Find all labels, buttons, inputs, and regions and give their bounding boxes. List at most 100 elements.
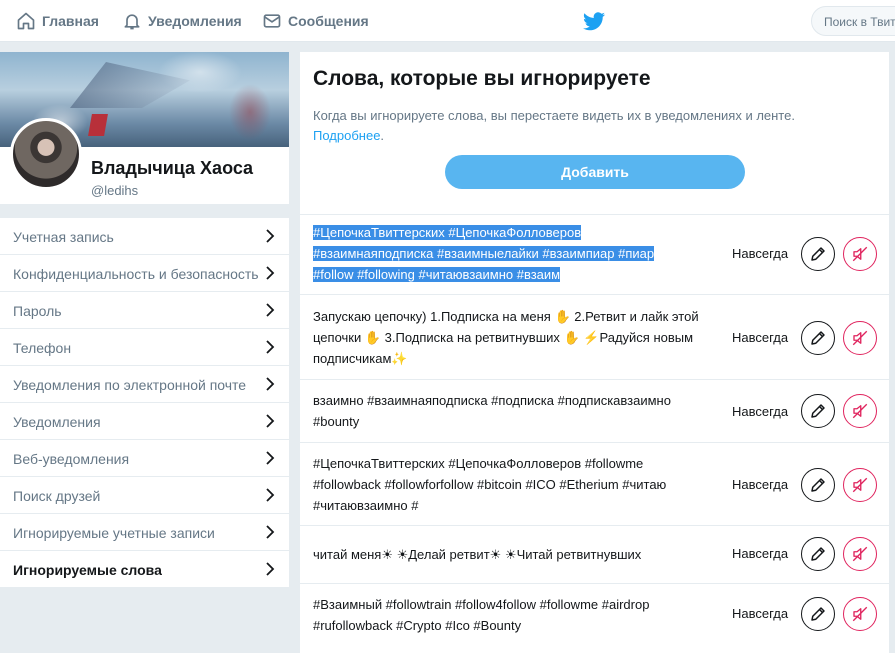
unmute-button[interactable] bbox=[843, 394, 877, 428]
unmute-button[interactable] bbox=[843, 321, 877, 355]
muted-word-line: #Взаимный #followtrain #follow4follow #f… bbox=[313, 597, 650, 612]
duration-label: Навсегда bbox=[732, 330, 789, 345]
menu-item-label: Игнорируемые учетные записи bbox=[13, 525, 215, 541]
muted-speaker-icon bbox=[852, 403, 868, 419]
chevron-right-icon bbox=[266, 562, 275, 576]
add-button[interactable]: Добавить bbox=[445, 155, 745, 189]
menu-item-label: Конфиденциальность и безопасность bbox=[13, 266, 259, 282]
muted-word-text[interactable]: взаимно #взаимнаяподписка #подписка #под… bbox=[313, 390, 723, 432]
menu-item-find-friends[interactable]: Поиск друзей bbox=[0, 477, 289, 514]
banner-dragon-wing bbox=[70, 62, 190, 108]
menu-item-label: Учетная запись bbox=[13, 229, 114, 245]
banner-flag bbox=[88, 114, 108, 136]
unmute-button[interactable] bbox=[843, 468, 877, 502]
muted-word-row: Запускаю цепочку) 1.Подписка на меня ✋ 2… bbox=[300, 294, 889, 379]
edit-button[interactable] bbox=[801, 394, 835, 428]
muted-word-text[interactable]: Запускаю цепочку) 1.Подписка на меня ✋ 2… bbox=[313, 306, 723, 369]
menu-item-web-notifications[interactable]: Веб-уведомления bbox=[0, 440, 289, 477]
muted-word-text[interactable]: #ЦепочкаТвиттерских #ЦепочкаФолловеров #… bbox=[313, 222, 723, 285]
menu-item-account[interactable]: Учетная запись bbox=[0, 218, 289, 255]
pencil-icon bbox=[811, 247, 825, 261]
duration-label: Навсегда bbox=[732, 246, 789, 261]
muted-word-text[interactable]: #ЦепочкаТвиттерских #ЦепочкаФолловеров #… bbox=[313, 453, 723, 516]
description-period: . bbox=[380, 128, 385, 143]
edit-button[interactable] bbox=[801, 537, 835, 571]
unmute-button[interactable] bbox=[843, 237, 877, 271]
menu-item-label: Поиск друзей bbox=[13, 488, 101, 504]
nav-home-label: Главная bbox=[42, 13, 99, 29]
menu-item-label: Веб-уведомления bbox=[13, 451, 130, 467]
bell-icon bbox=[124, 14, 140, 30]
nav-messages[interactable]: Сообщения bbox=[262, 0, 369, 42]
menu-item-email-notifications[interactable]: Уведомления по электронной почте bbox=[0, 366, 289, 403]
edit-button[interactable] bbox=[801, 321, 835, 355]
muted-word-row: взаимно #взаимнаяподписка #подписка #под… bbox=[300, 379, 889, 442]
muted-word-row: #ЦепочкаТвиттерских #ЦепочкаФолловеров #… bbox=[300, 442, 889, 525]
pencil-icon bbox=[811, 607, 825, 621]
muted-word-row: #Взаимный #followtrain #follow4follow #f… bbox=[300, 583, 889, 653]
muted-word-line: #follow #following #читаювзаимно #взаим bbox=[313, 267, 561, 282]
muted-word-line: цепочки ✋ 3.Подписка на ретвитнувших ✋ ⚡… bbox=[313, 330, 694, 345]
muted-word-line: подписчикам✨ bbox=[313, 351, 408, 366]
muted-word-line: взаимно #взаимнаяподписка #подписка #под… bbox=[313, 393, 671, 408]
chevron-right-icon bbox=[266, 229, 275, 243]
page-description: Когда вы игнорируете слова, вы перестает… bbox=[313, 106, 833, 146]
muted-speaker-icon bbox=[852, 477, 868, 493]
home-icon bbox=[17, 12, 35, 30]
profile-card[interactable]: Владычица Хаоса @ledihs bbox=[0, 52, 289, 204]
muted-word-line: читай меня☀ ☀Делай ретвит☀ ☀Читай ретвит… bbox=[313, 547, 642, 562]
muted-word-line: #rufollowback #Crypto #Ico #Bounty bbox=[313, 618, 522, 633]
pencil-icon bbox=[811, 547, 825, 561]
top-nav: Главная Уведомления Сообщения Поиск в Тв… bbox=[0, 0, 895, 42]
chevron-right-icon bbox=[266, 266, 275, 280]
nav-messages-label: Сообщения bbox=[288, 13, 369, 29]
unmute-button[interactable] bbox=[843, 537, 877, 571]
menu-item-notifications[interactable]: Уведомления bbox=[0, 403, 289, 440]
avatar[interactable] bbox=[10, 118, 82, 190]
menu-item-label: Уведомления bbox=[13, 414, 101, 430]
duration-label: Навсегда bbox=[732, 404, 789, 419]
muted-word-line: #followback #followforfollow #bitcoin #I… bbox=[313, 477, 667, 492]
unmute-button[interactable] bbox=[843, 597, 877, 631]
duration-label: Навсегда bbox=[732, 546, 789, 561]
chevron-right-icon bbox=[266, 488, 275, 502]
menu-item-label: Игнорируемые слова bbox=[13, 562, 162, 578]
chevron-right-icon bbox=[266, 340, 275, 354]
menu-item-muted-words[interactable]: Игнорируемые слова bbox=[0, 551, 289, 588]
muted-word-text[interactable]: читай меня☀ ☀Делай ретвит☀ ☀Читай ретвит… bbox=[313, 544, 723, 565]
muted-word-line: #ЦепочкаТвиттерских #ЦепочкаФолловеров #… bbox=[313, 456, 644, 471]
edit-button[interactable] bbox=[801, 468, 835, 502]
learn-more-link[interactable]: Подробнее bbox=[313, 128, 380, 143]
muted-speaker-icon bbox=[852, 606, 868, 622]
menu-item-muted-accounts[interactable]: Игнорируемые учетные записи bbox=[0, 514, 289, 551]
nav-home[interactable]: Главная bbox=[16, 0, 99, 42]
nav-notifications[interactable]: Уведомления bbox=[122, 0, 242, 42]
duration-label: Навсегда bbox=[732, 606, 789, 621]
profile-name[interactable]: Владычица Хаоса bbox=[91, 158, 253, 179]
menu-item-label: Телефон bbox=[13, 340, 72, 356]
edit-button[interactable] bbox=[801, 597, 835, 631]
muted-word-line: Запускаю цепочку) 1.Подписка на меня ✋ 2… bbox=[313, 309, 699, 324]
description-text: Когда вы игнорируете слова, вы перестает… bbox=[313, 108, 795, 123]
muted-word-text[interactable]: #Взаимный #followtrain #follow4follow #f… bbox=[313, 594, 723, 636]
search-input[interactable]: Поиск в Твиттере bbox=[811, 6, 895, 36]
menu-item-password[interactable]: Пароль bbox=[0, 292, 289, 329]
twitter-bird-icon[interactable] bbox=[582, 9, 606, 33]
muted-words-panel: Слова, которые вы игнорируете Когда вы и… bbox=[300, 52, 889, 653]
settings-menu: Учетная запись Конфиденциальность и безо… bbox=[0, 218, 289, 588]
edit-button[interactable] bbox=[801, 237, 835, 271]
duration-label: Навсегда bbox=[732, 477, 789, 492]
envelope-icon bbox=[263, 14, 281, 28]
pencil-icon bbox=[811, 478, 825, 492]
menu-item-privacy[interactable]: Конфиденциальность и безопасность bbox=[0, 255, 289, 292]
page-title: Слова, которые вы игнорируете bbox=[313, 67, 651, 90]
muted-speaker-icon bbox=[852, 546, 868, 562]
profile-handle[interactable]: @ledihs bbox=[91, 183, 138, 198]
muted-word-row: читай меня☀ ☀Делай ретвит☀ ☀Читай ретвит… bbox=[300, 525, 889, 583]
pencil-icon bbox=[811, 404, 825, 418]
chevron-right-icon bbox=[266, 525, 275, 539]
menu-item-phone[interactable]: Телефон bbox=[0, 329, 289, 366]
muted-word-line: #взаимнаяподписка #взаимныелайки #взаимп… bbox=[313, 246, 655, 261]
muted-word-line: #bounty bbox=[313, 414, 360, 429]
menu-item-label: Пароль bbox=[13, 303, 62, 319]
